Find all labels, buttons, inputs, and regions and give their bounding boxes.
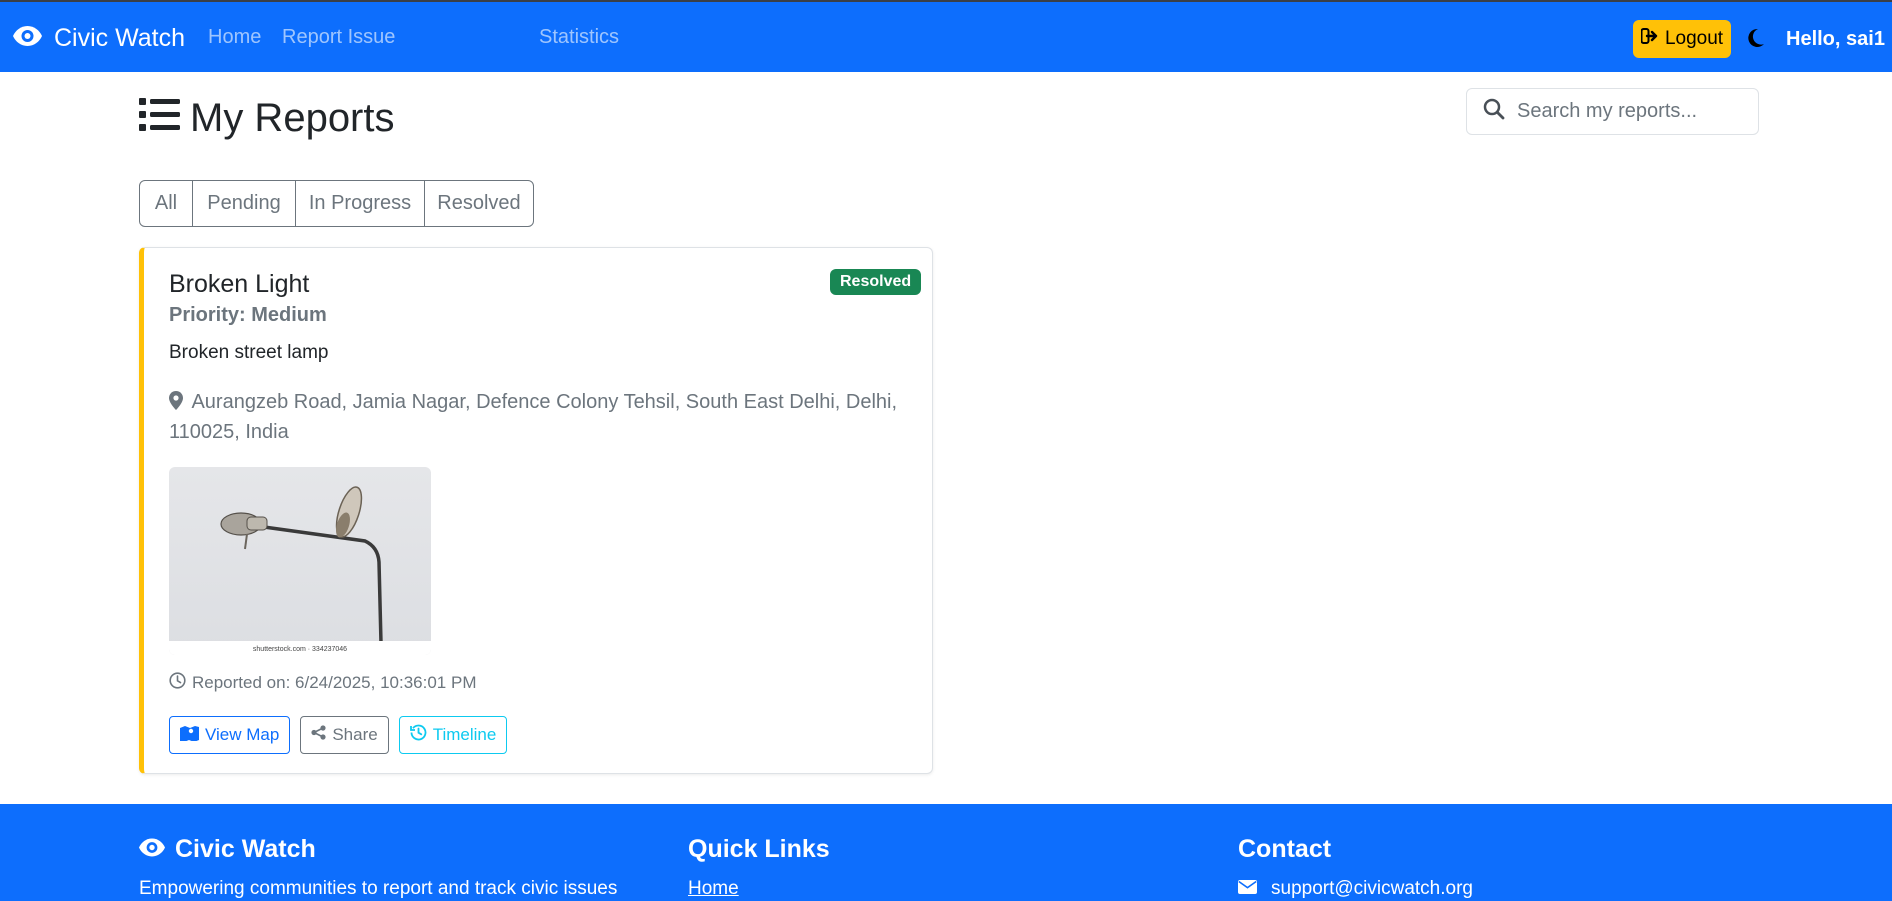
clock-icon: [169, 672, 186, 694]
reported-on: Reported on: 6/24/2025, 10:36:01 PM: [169, 672, 476, 694]
footer-tagline: Empowering communities to report and tra…: [139, 878, 618, 899]
search-box: [1466, 88, 1759, 135]
report-description: Broken street lamp: [169, 342, 329, 363]
map-marker-icon: [169, 391, 191, 413]
brand-name: Civic Watch: [54, 23, 186, 52]
reported-on-text: Reported on: 6/24/2025, 10:36:01 PM: [192, 673, 477, 692]
view-map-label: View Map: [205, 725, 280, 744]
report-address-text: Aurangzeb Road, Jamia Nagar, Defence Col…: [169, 391, 898, 443]
filter-resolved-button[interactable]: Resolved: [425, 181, 533, 226]
search-icon: [1467, 98, 1517, 125]
history-icon: [409, 724, 427, 746]
user-greeting: Hello, sai1: [1786, 28, 1885, 50]
sign-out-icon: [1640, 28, 1659, 50]
logout-label: Logout: [1664, 28, 1724, 49]
report-card: Broken Light Resolved Priority: Medium B…: [139, 247, 933, 774]
footer-quick-links: Quick Links: [688, 835, 830, 864]
footer: Civic Watch Empowering communities to re…: [0, 804, 1892, 901]
status-filter-group: All Pending In Progress Resolved: [139, 180, 534, 227]
report-photo[interactable]: shutterstock.com · 334237046: [169, 467, 431, 655]
report-priority: Priority: Medium: [169, 304, 327, 326]
footer-email-text: support@civicwatch.org: [1271, 878, 1473, 899]
footer-contact: Contact: [1238, 835, 1331, 864]
image-watermark: shutterstock.com · 334237046: [253, 646, 347, 653]
footer-email[interactable]: support@civicwatch.org: [1238, 878, 1473, 900]
report-title: Broken Light: [169, 270, 310, 298]
dark-mode-toggle-icon[interactable]: [1747, 28, 1765, 53]
envelope-icon: [1238, 878, 1257, 900]
street-lamp-image: shutterstock.com · 334237046: [169, 486, 431, 655]
list-icon: [139, 96, 190, 141]
report-address: Aurangzeb Road, Jamia Nagar, Defence Col…: [169, 387, 909, 447]
nav-link-home[interactable]: Home: [208, 26, 261, 49]
footer-brand: Civic Watch: [139, 835, 316, 864]
page-title-text: My Reports: [190, 96, 395, 140]
navbar: Civic Watch Home Report Issue Statistics…: [0, 0, 1892, 72]
footer-link-home[interactable]: Home: [688, 878, 739, 900]
nav-link-report-issue[interactable]: Report Issue: [282, 26, 395, 49]
timeline-button[interactable]: Timeline: [398, 716, 508, 754]
eye-icon: [13, 24, 54, 53]
footer-brand-text: Civic Watch: [175, 835, 316, 863]
filter-in-progress-button[interactable]: In Progress: [296, 181, 425, 226]
quick-links-heading: Quick Links: [688, 835, 830, 863]
report-actions: View Map Share Timeline: [169, 716, 508, 754]
map-icon: [180, 725, 199, 746]
search-input[interactable]: [1517, 100, 1737, 123]
navbar-brand[interactable]: Civic Watch: [13, 21, 185, 55]
contact-heading: Contact: [1238, 835, 1332, 863]
logout-button[interactable]: Logout: [1633, 20, 1731, 58]
share-icon: [311, 725, 326, 745]
status-badge: Resolved: [830, 269, 922, 295]
eye-icon: [139, 835, 175, 864]
filter-pending-button[interactable]: Pending: [193, 181, 296, 226]
share-button[interactable]: Share: [300, 716, 389, 754]
nav-link-statistics[interactable]: Statistics: [539, 26, 619, 49]
page-title: My Reports: [139, 96, 395, 141]
timeline-label: Timeline: [432, 725, 497, 744]
share-label: Share: [332, 725, 378, 744]
view-map-button[interactable]: View Map: [169, 716, 291, 754]
footer-about: Civic Watch: [139, 835, 316, 864]
filter-all-button[interactable]: All: [140, 181, 193, 226]
